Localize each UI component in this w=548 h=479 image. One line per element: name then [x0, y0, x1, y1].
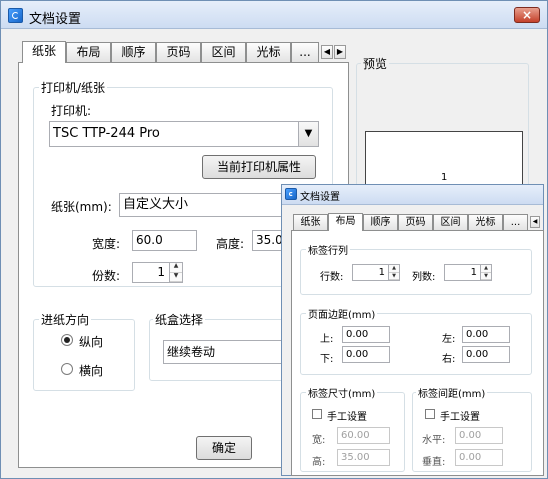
layout-tab-page-number[interactable]: 页码	[398, 214, 433, 230]
margin-top-input[interactable]: 0.00	[342, 326, 390, 343]
margin-right-label: 右:	[442, 354, 456, 365]
app-icon	[8, 8, 23, 23]
layout-settings-dialog: 文档设置 纸张 布局 顺序 页码 区间 光标 ... ◀ 标签行列 行数: 1 …	[281, 184, 544, 476]
layout-title-bar: 文档设置	[282, 185, 543, 205]
paper-size-label: 纸张(mm):	[51, 200, 112, 214]
layout-tab-range[interactable]: 区间	[433, 214, 468, 230]
gap-horizontal-label: 水平:	[422, 435, 446, 446]
printer-select-value: TSC TTP-244 Pro	[53, 126, 160, 141]
feed-portrait-radio[interactable]	[61, 334, 73, 346]
label-size-title: 标签尺寸(mm)	[306, 385, 378, 400]
ok-button[interactable]: 确定	[196, 436, 252, 460]
margin-right-input[interactable]: 0.00	[462, 346, 510, 363]
printer-select[interactable]: TSC TTP-244 Pro ▼	[49, 121, 319, 147]
layout-tab-more[interactable]: ...	[503, 214, 528, 230]
gap-horizontal-input[interactable]: 0.00	[455, 427, 503, 444]
layout-tab-scroll-left-icon[interactable]: ◀	[530, 216, 540, 228]
cols-value: 1	[470, 267, 477, 278]
tray-select[interactable]: 继续卷动	[163, 340, 293, 364]
preview-title: 预览	[361, 55, 390, 72]
size-height-input[interactable]: 35.00	[337, 449, 390, 466]
layout-app-icon	[285, 188, 297, 200]
layout-tab-cursor[interactable]: 光标	[468, 214, 503, 230]
layout-tab-layout[interactable]: 布局	[328, 213, 363, 231]
tab-cursor[interactable]: 光标	[246, 42, 291, 62]
layout-tab-panel: 标签行列 行数: 1 ▲ ▼ 列数: 1 ▲ ▼ 页面边距(mm) 上: 0.00 …	[291, 230, 544, 476]
feed-portrait-label: 纵向	[79, 335, 104, 349]
cols-spin[interactable]: ▲ ▼	[480, 265, 491, 280]
paper-size-select[interactable]: 自定义大小	[119, 193, 289, 217]
rows-label: 行数:	[320, 272, 344, 283]
dialog-title: 文档设置	[29, 12, 82, 27]
gap-vertical-input[interactable]: 0.00	[455, 449, 503, 466]
gap-manual-checkbox[interactable]	[425, 409, 435, 419]
rows-spin[interactable]: ▲ ▼	[388, 265, 399, 280]
size-width-input[interactable]: 60.00	[337, 427, 390, 444]
copies-spin[interactable]: ▲ ▼	[169, 263, 182, 282]
label-gap-title: 标签间距(mm)	[416, 385, 488, 400]
printer-label: 打印机:	[51, 104, 92, 118]
size-height-label: 高:	[312, 457, 326, 468]
tray-group-title: 纸盒选择	[153, 311, 206, 328]
cols-stepper[interactable]: 1 ▲ ▼	[444, 264, 492, 281]
feed-landscape-label: 横向	[79, 364, 104, 378]
tab-layout[interactable]: 布局	[66, 42, 111, 62]
cols-label: 列数:	[412, 272, 436, 283]
gap-manual-label: 手工设置	[440, 412, 480, 423]
title-bar: 文档设置 ×	[1, 1, 547, 29]
layout-tab-order[interactable]: 顺序	[363, 214, 398, 230]
chevron-down-icon[interactable]: ▼	[298, 122, 318, 146]
tab-order[interactable]: 顺序	[111, 42, 156, 62]
rows-cols-title: 标签行列	[306, 242, 350, 257]
printer-paper-group-title: 打印机/纸张	[39, 79, 108, 96]
layout-tab-paper[interactable]: 纸张	[293, 214, 328, 230]
copies-value: 1	[157, 265, 165, 279]
width-label: 宽度:	[92, 237, 121, 251]
margin-bottom-label: 下:	[320, 354, 334, 365]
feed-landscape-radio[interactable]	[61, 363, 73, 375]
layout-dialog-title: 文档设置	[300, 192, 340, 203]
margins-group	[300, 313, 532, 375]
paper-size-value: 自定义大小	[123, 197, 189, 212]
tab-scroll-left-icon[interactable]: ◀	[321, 45, 333, 59]
tab-more[interactable]: ...	[291, 42, 319, 62]
rows-value: 1	[378, 267, 385, 278]
copies-stepper[interactable]: 1 ▲ ▼	[132, 262, 183, 283]
printer-properties-button[interactable]: 当前打印机属性	[202, 155, 316, 179]
feed-direction-group	[33, 319, 135, 391]
close-button[interactable]: ×	[514, 7, 540, 23]
tray-select-value: 继续卷动	[167, 345, 216, 359]
margin-left-label: 左:	[442, 334, 456, 345]
preview-page-number: 1	[441, 172, 448, 183]
feed-direction-title: 进纸方向	[39, 311, 92, 328]
size-manual-checkbox[interactable]	[312, 409, 322, 419]
tab-page-number[interactable]: 页码	[156, 42, 201, 62]
width-input[interactable]: 60.0	[132, 230, 197, 251]
size-width-label: 宽:	[312, 435, 326, 446]
size-manual-label: 手工设置	[327, 412, 367, 423]
margin-left-input[interactable]: 0.00	[462, 326, 510, 343]
tab-scroll-right-icon[interactable]: ▶	[334, 45, 346, 59]
margin-bottom-input[interactable]: 0.00	[342, 346, 390, 363]
rows-stepper[interactable]: 1 ▲ ▼	[352, 264, 400, 281]
tab-paper[interactable]: 纸张	[22, 41, 66, 63]
height-label: 高度:	[216, 237, 245, 251]
margin-top-label: 上:	[320, 334, 334, 345]
copies-label: 份数:	[92, 269, 121, 283]
gap-vertical-label: 垂直:	[422, 457, 446, 468]
margins-title: 页面边距(mm)	[306, 306, 378, 321]
tab-range[interactable]: 区间	[201, 42, 246, 62]
